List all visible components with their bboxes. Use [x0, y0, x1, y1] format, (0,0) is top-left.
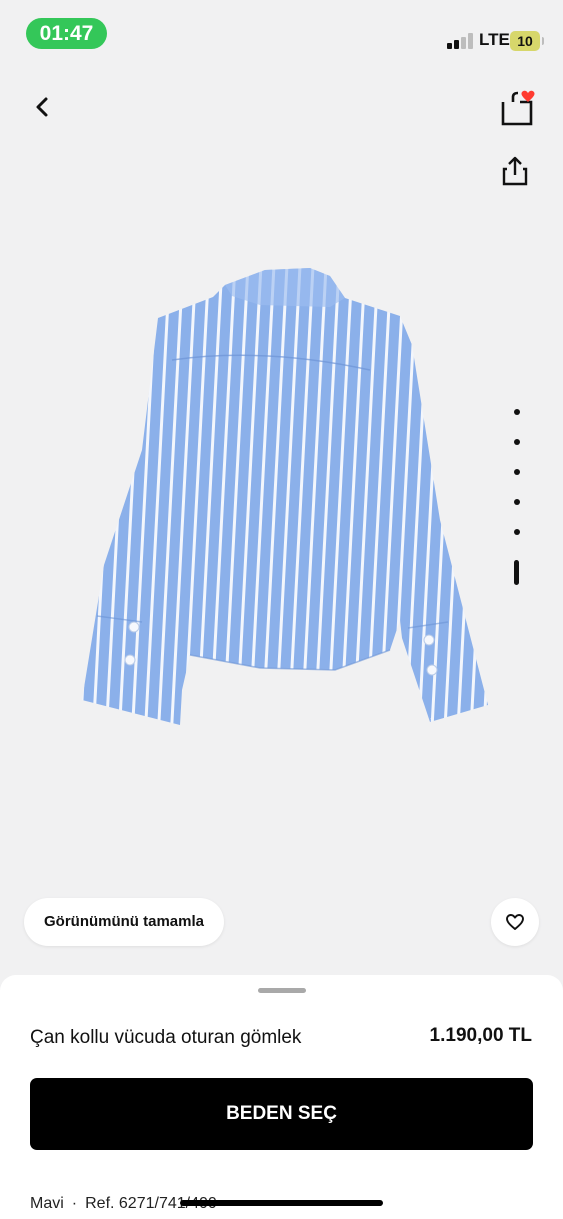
select-size-button[interactable]: BEDEN SEÇ: [30, 1078, 533, 1150]
complete-look-button[interactable]: Görünümünü tamamla: [24, 898, 224, 946]
bag-badge-heart: [521, 90, 535, 102]
pager-dot[interactable]: [514, 439, 520, 445]
pager-dot[interactable]: [514, 499, 520, 505]
favorite-button[interactable]: [491, 898, 539, 946]
pager-dot[interactable]: [514, 469, 520, 475]
battery-icon: 10: [510, 31, 544, 51]
network-type: LTE: [479, 30, 510, 49]
signal-icon: [447, 33, 475, 49]
sheet-handle[interactable]: [258, 988, 306, 993]
product-color: Mavi: [30, 1195, 64, 1212]
product-name: Çan kollu vücuda oturan gömlek: [30, 1027, 302, 1048]
product-price: 1.190,00 TL: [429, 1025, 532, 1046]
battery-level: 10: [517, 33, 533, 49]
shopping-bag-icon: [501, 90, 535, 126]
chevron-left-icon: [36, 97, 48, 117]
product-image[interactable]: [60, 250, 510, 740]
pager-dot[interactable]: [514, 529, 520, 535]
heart-icon: [506, 914, 524, 930]
shirt-body: [82, 268, 488, 725]
status-time: 01:47: [26, 18, 107, 49]
meta-separator: ·: [71, 1195, 78, 1212]
home-indicator[interactable]: [180, 1200, 383, 1206]
status-bar: 01:47 LTE 10: [0, 0, 563, 70]
back-button[interactable]: [28, 92, 58, 122]
share-icon: [502, 156, 528, 186]
image-pager[interactable]: [508, 404, 526, 594]
product-info-sheet: Çan kollu vücuda oturan gömlek 1.190,00 …: [0, 975, 563, 1219]
share-button[interactable]: [498, 154, 532, 188]
pager-dot[interactable]: [514, 409, 520, 415]
pager-dot-active[interactable]: [514, 560, 519, 585]
shopping-bag-button[interactable]: [496, 86, 542, 132]
